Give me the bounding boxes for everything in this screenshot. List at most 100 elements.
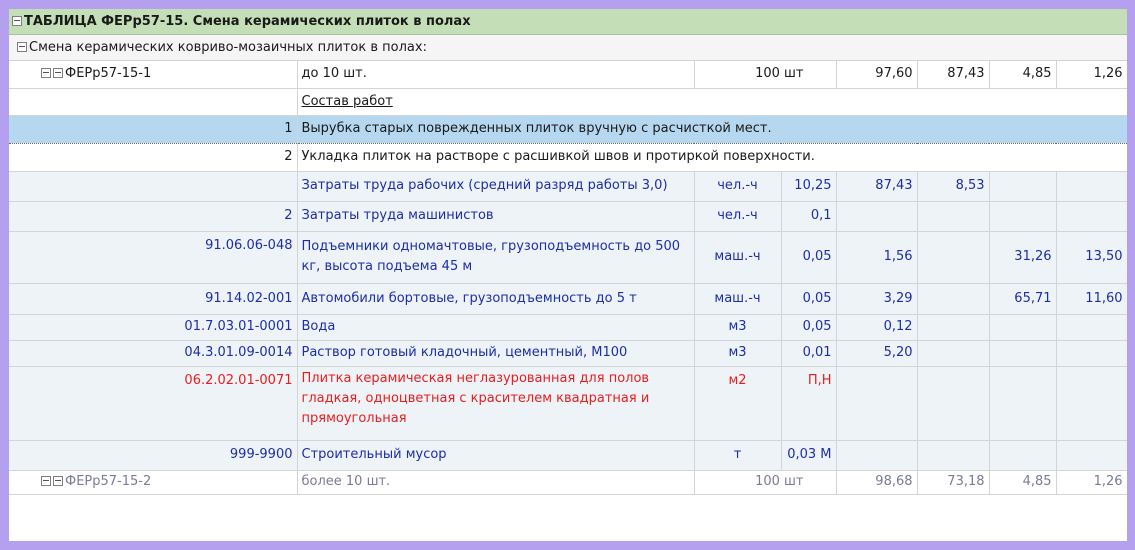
resource-unit: м3 (694, 340, 782, 367)
table-header[interactable]: ТАБЛИЦА ФЕРр57-15. Смена керамических пл… (9, 9, 1127, 35)
next-item-value-1: 98,68 (836, 470, 918, 495)
item-name: до 10 шт. (297, 61, 695, 89)
resource-cost-4: 11,60 (1056, 283, 1127, 315)
item-value-2: 87,43 (917, 61, 990, 89)
resource-cost-2 (917, 314, 990, 341)
resource-qty: 0,05 (781, 314, 837, 341)
table-title: ТАБЛИЦА ФЕРр57-15. Смена керамических пл… (24, 14, 471, 29)
composition-title[interactable]: Состав работ (297, 88, 1127, 116)
resource-cost-3 (989, 201, 1057, 232)
resource-qty: 0,1 (781, 201, 837, 232)
resource-unit: м2 (694, 366, 782, 441)
step-text: Вырубка старых поврежденных плиток вручн… (297, 114, 1127, 144)
resource-cost-4 (1056, 340, 1127, 367)
resource-cost-1: 3,29 (836, 283, 918, 315)
resource-cost-2 (917, 366, 990, 441)
resource-unit: чел.-ч (694, 171, 782, 202)
resource-cost-2 (917, 440, 990, 471)
resource-cost-3 (989, 171, 1057, 202)
next-item-value-3: 4,85 (989, 470, 1057, 495)
resource-cost-4 (1056, 171, 1127, 202)
resource-unit: маш.-ч (694, 231, 782, 284)
resource-table: ФЕРр57-15-1 до 10 шт. 100 шт 97,60 87,43… (9, 61, 1127, 495)
item-unit: 100 шт (694, 61, 837, 89)
collapse-icon[interactable] (12, 15, 22, 26)
resource-qty: 10,25 (781, 171, 837, 202)
resource-row[interactable]: Затраты труда рабочих (средний разряд ра… (9, 171, 1127, 202)
composition-header-row: Состав работ (9, 88, 1127, 116)
resource-cost-4 (1056, 314, 1127, 341)
resource-name: Автомобили бортовые, грузоподъемность до… (297, 283, 695, 315)
resource-cost-1: 87,43 (836, 171, 918, 202)
step-number: 2 (9, 143, 298, 172)
resource-cost-3 (989, 340, 1057, 367)
resource-row[interactable]: 2 Затраты труда машинистов чел.-ч 0,1 (9, 201, 1127, 232)
next-item-name: более 10 шт. (297, 470, 695, 495)
table-frame: ТАБЛИЦА ФЕРр57-15. Смена керамических пл… (9, 9, 1127, 541)
resource-code: 04.3.01.09-0014 (9, 340, 298, 367)
next-item-value-2: 73,18 (917, 470, 990, 495)
resource-code: 91.06.06-048 (9, 231, 298, 284)
resource-cost-2 (917, 340, 990, 367)
resource-code: 999-9900 (9, 440, 298, 471)
next-item-value-4: 1,26 (1056, 470, 1127, 495)
resource-code: 01.7.03.01-0001 (9, 314, 298, 341)
resource-cost-4 (1056, 201, 1127, 232)
item-code: ФЕРр57-15-1 (65, 66, 152, 82)
resource-qty: 0,03 М (781, 440, 837, 471)
resource-cost-3 (989, 314, 1057, 341)
resource-qty: 0,05 (781, 231, 837, 284)
resource-row[interactable]: 91.06.06-048 Подъемники одномачтовые, гр… (9, 231, 1127, 284)
resource-cost-2 (917, 231, 990, 284)
item-value-3: 4,85 (989, 61, 1057, 89)
composition-step-row[interactable]: 1 Вырубка старых поврежденных плиток вру… (9, 114, 1127, 144)
resource-qty: 0,05 (781, 283, 837, 315)
section-title: Смена керамических ковриво-мозаичных пли… (29, 40, 427, 55)
resource-code (9, 171, 298, 202)
collapse-icon[interactable] (17, 41, 27, 52)
resource-qty: П,Н (781, 366, 837, 441)
collapse-icon[interactable] (53, 67, 63, 78)
resource-code: 91.14.02-001 (9, 283, 298, 315)
resource-cost-4 (1056, 440, 1127, 471)
resource-row[interactable]: 06.2.02.01-0071 Плитка керамическая негл… (9, 366, 1127, 441)
resource-name: Плитка керамическая неглазурованная для … (297, 366, 695, 441)
resource-cost-1: 1,56 (836, 231, 918, 284)
resource-unit: чел.-ч (694, 201, 782, 232)
step-text: Укладка плиток на растворе с расшивкой ш… (297, 143, 1127, 172)
resource-row[interactable]: 999-9900 Строительный мусор т 0,03 М (9, 440, 1127, 471)
resource-cost-4 (1056, 366, 1127, 441)
resource-cost-4: 13,50 (1056, 231, 1127, 284)
collapse-icon[interactable] (41, 475, 51, 486)
resource-name: Строительный мусор (297, 440, 695, 471)
resource-row[interactable]: 01.7.03.01-0001 Вода м3 0,05 0,12 (9, 314, 1127, 341)
resource-name: Затраты труда машинистов (297, 201, 695, 232)
resource-cost-1 (836, 366, 918, 441)
resource-unit: м3 (694, 314, 782, 341)
collapse-icon[interactable] (53, 475, 63, 486)
resource-row[interactable]: 91.14.02-001 Автомобили бортовые, грузоп… (9, 283, 1127, 315)
item-row[interactable]: ФЕРр57-15-1 до 10 шт. 100 шт 97,60 87,43… (9, 61, 1127, 89)
resource-cost-1: 5,20 (836, 340, 918, 367)
resource-cost-2: 8,53 (917, 171, 990, 202)
resource-cost-1: 0,12 (836, 314, 918, 341)
next-item-row[interactable]: ФЕРр57-15-2 более 10 шт. 100 шт 98,68 73… (9, 470, 1127, 495)
resource-cost-3: 65,71 (989, 283, 1057, 315)
resource-name: Вода (297, 314, 695, 341)
item-value-1: 97,60 (836, 61, 918, 89)
next-item-code: ФЕРр57-15-2 (65, 474, 152, 489)
resource-name: Затраты труда рабочих (средний разряд ра… (297, 171, 695, 202)
resource-name: Раствор готовый кладочный, цементный, М1… (297, 340, 695, 367)
resource-row[interactable]: 04.3.01.09-0014 Раствор готовый кладочны… (9, 340, 1127, 367)
resource-cost-3 (989, 366, 1057, 441)
resource-unit: т (694, 440, 782, 471)
resource-cost-2 (917, 201, 990, 232)
resource-code: 06.2.02.01-0071 (9, 366, 298, 441)
resource-code: 2 (9, 201, 298, 232)
resource-name: Подъемники одномачтовые, грузоподъемност… (297, 231, 695, 284)
resource-cost-3 (989, 440, 1057, 471)
composition-step-row[interactable]: 2 Укладка плиток на растворе с расшивкой… (9, 143, 1127, 172)
resource-unit: маш.-ч (694, 283, 782, 315)
section-row[interactable]: Смена керамических ковриво-мозаичных пли… (9, 35, 1127, 61)
collapse-icon[interactable] (41, 67, 51, 78)
